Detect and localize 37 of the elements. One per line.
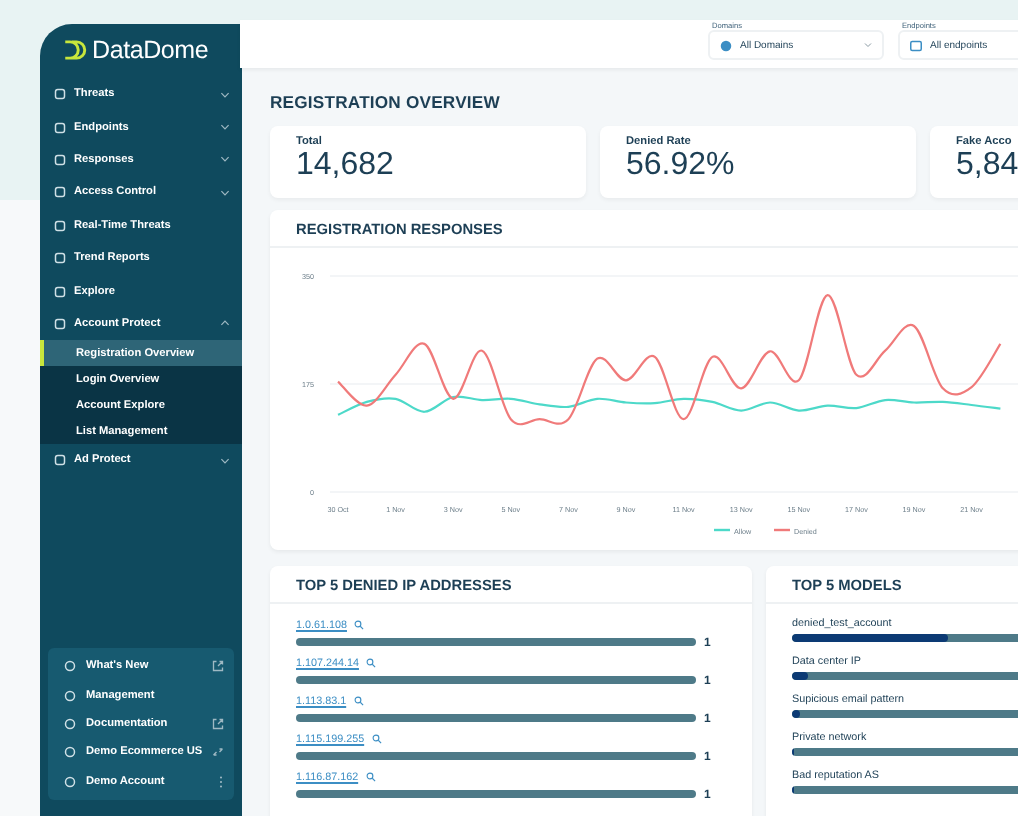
chevron-icon [220, 457, 231, 464]
circle-icon [64, 689, 76, 702]
square-icon [54, 88, 66, 101]
circle-icon [64, 775, 76, 788]
swap-arrows-icon [212, 746, 225, 759]
circle-icon [64, 746, 76, 759]
globe-icon [720, 39, 732, 51]
square-icon [54, 252, 66, 265]
chevron-icon [220, 91, 231, 98]
stat-value: 5,84 [956, 148, 1018, 184]
search-icon[interactable] [372, 734, 383, 744]
search-icon[interactable] [354, 620, 365, 630]
chevron-icon [220, 156, 231, 163]
square-icon [54, 153, 66, 166]
chevron-icon [220, 320, 231, 327]
stat-value: 14,682 [296, 148, 396, 184]
external-link-icon [212, 660, 225, 673]
search-icon[interactable] [354, 696, 365, 706]
square-icon [54, 121, 66, 134]
square-icon [54, 454, 66, 467]
chevron-icon [220, 124, 231, 131]
logo-text: DataDome [92, 36, 209, 64]
external-link-icon [212, 718, 225, 731]
square-icon [54, 219, 66, 232]
chevron-icon [220, 189, 231, 196]
caret-icon [864, 42, 872, 48]
square-icon [54, 186, 66, 199]
search-icon[interactable] [366, 658, 377, 668]
logo-icon [62, 40, 88, 60]
circle-icon [64, 718, 76, 731]
endpoint-icon [910, 39, 922, 51]
square-icon [54, 285, 66, 298]
stat-value: 56.92% [626, 148, 737, 184]
page-title: REGISTRATION OVERVIEW [270, 92, 502, 114]
search-icon[interactable] [366, 772, 377, 782]
square-icon [54, 317, 66, 330]
circle-icon [64, 660, 76, 673]
